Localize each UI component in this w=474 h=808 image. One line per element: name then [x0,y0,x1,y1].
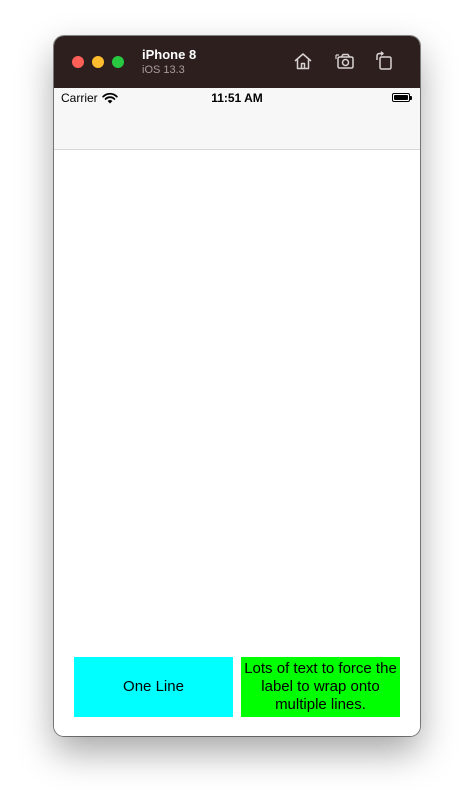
maximize-window-button[interactable] [112,56,124,68]
screenshot-icon[interactable] [334,50,356,72]
status-time: 11:51 AM [211,91,263,105]
rotate-icon[interactable] [373,50,395,72]
simulator-titlebar: iPhone 8 iOS 13.3 [54,36,420,88]
device-screen: Carrier 11:51 AM One Line Lots of text t… [54,88,420,736]
navigation-bar [54,108,420,150]
battery-icon [392,93,412,102]
multi-line-label: Lots of text to force the label to wrap … [241,657,400,717]
minimize-window-button[interactable] [92,56,104,68]
os-version: iOS 13.3 [142,64,185,76]
one-line-label: One Line [74,657,233,717]
device-name: iPhone 8 [142,47,197,62]
status-bar: Carrier 11:51 AM [54,88,420,108]
home-icon[interactable] [292,50,314,72]
simulator-window: iPhone 8 iOS 13.3 Carrier 11:51 AM One L… [54,36,420,736]
close-window-button[interactable] [72,56,84,68]
